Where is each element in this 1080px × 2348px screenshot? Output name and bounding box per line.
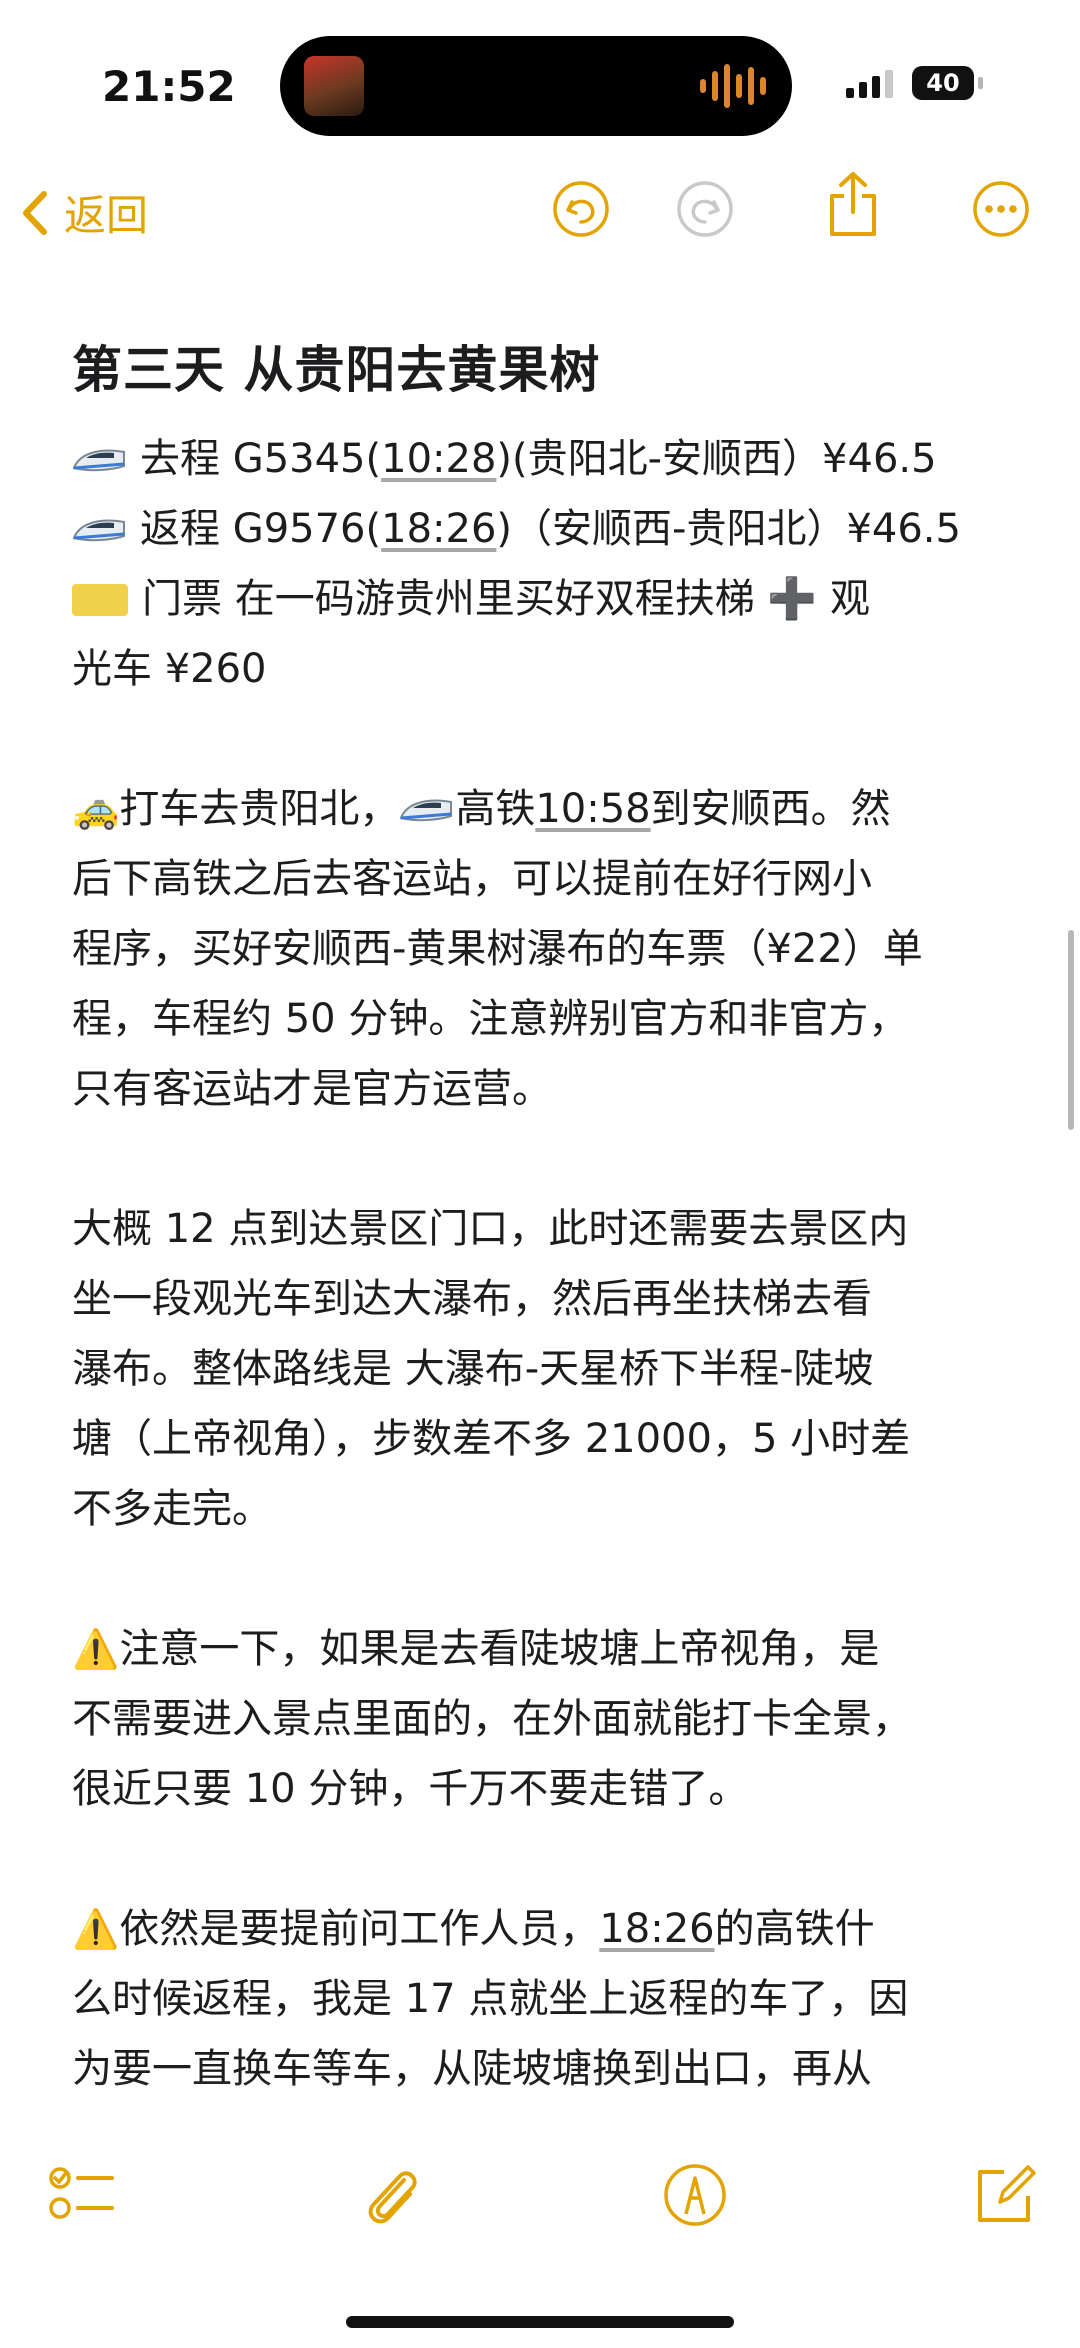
paragraph-2-line-1: 大概 12 点到达景区门口，此时还需要去景区内 [72, 1206, 909, 1252]
outbound-prefix: 去程 G5345( [140, 436, 382, 482]
p4-text-b: 的高铁什 [714, 1906, 875, 1952]
paragraph-1-line-2: 后下高铁之后去客运站，可以提前在好行网小 [72, 856, 872, 902]
p1-time[interactable]: 10:58 [535, 786, 650, 832]
undo-icon[interactable] [552, 180, 610, 238]
ticket-text: 门票 在一码游贵州里买好双程扶梯 ➕ 观 [142, 576, 870, 622]
more-icon[interactable] [972, 180, 1030, 238]
taxi-icon: 🚕 [72, 787, 120, 831]
battery-tip [978, 77, 983, 89]
attachment-icon[interactable] [356, 2160, 426, 2230]
outbound-time[interactable]: 10:28 [381, 436, 496, 482]
redo-icon[interactable] [676, 180, 734, 238]
ticket-icon [72, 584, 128, 616]
return-suffix: )（安顺西-贵阳北）¥46.5 [496, 506, 961, 552]
outbound-train-line: 去程 G5345(10:28)(贵阳北-安顺西）¥46.5 [72, 424, 1012, 494]
paragraph-4-line-1: ⚠️依然是要提前问工作人员，18:26的高铁什 [72, 1894, 1012, 1964]
paragraph-3-line-1: ⚠️注意一下，如果是去看陡坡塘上帝视角，是 [72, 1614, 1012, 1684]
nav-toolbar: 返回 [0, 170, 1080, 270]
paragraph-3-line-2: 不需要进入景点里面的，在外面就能打卡全景， [72, 1696, 912, 1742]
outbound-suffix: )(贵阳北-安顺西）¥46.5 [496, 436, 937, 482]
p4-text-a: 依然是要提前问工作人员， [119, 1906, 600, 1952]
ticket-line: 门票 在一码游贵州里买好双程扶梯 ➕ 观 [72, 564, 1012, 634]
status-bar: 21:52 40 [0, 0, 1080, 170]
high-speed-train-icon [72, 519, 125, 542]
bottom-toolbar [0, 2160, 1080, 2240]
p1-text-b: 高铁 [455, 786, 536, 832]
warning-icon: ⚠️ [72, 1627, 120, 1671]
high-speed-train-icon [399, 799, 453, 822]
high-speed-train-icon [72, 449, 125, 472]
ticket-line-2: 光车 ¥260 [72, 646, 267, 692]
warning-icon: ⚠️ [72, 1907, 120, 1951]
p1-text-a: 打车去贵阳北， [119, 786, 400, 832]
return-time[interactable]: 18:26 [381, 506, 496, 552]
p3-text: 注意一下，如果是去看陡坡塘上帝视角，是 [119, 1626, 880, 1672]
status-time: 21:52 [102, 62, 236, 111]
paragraph-2-line-3: 瀑布。整体路线是 大瀑布-天星桥下半程-陡坡 [72, 1346, 874, 1392]
paragraph-1-line-4: 程，车程约 50 分钟。注意辨别官方和非官方， [72, 996, 909, 1042]
scrollbar[interactable] [1068, 930, 1074, 1130]
audio-waveform-icon [700, 62, 766, 110]
chevron-left-icon [23, 190, 47, 235]
dynamic-island[interactable] [280, 36, 792, 136]
now-playing-artwork [304, 56, 364, 116]
share-icon[interactable] [826, 170, 880, 240]
return-prefix: 返程 G9576( [140, 506, 382, 552]
p1-text-c: 到安顺西。然 [650, 786, 891, 832]
note-body[interactable]: 第三天 从贵阳去黄果树 去程 G5345(10:28)(贵阳北-安顺西）¥46.… [72, 330, 1012, 2104]
paragraph-1-line-1: 🚕打车去贵阳北， 高铁10:58到安顺西。然 [72, 774, 1012, 844]
battery-icon: 40 [912, 66, 974, 100]
p4-time[interactable]: 18:26 [599, 1906, 714, 1952]
paragraph-4-line-2: 么时候返程，我是 17 点就坐上返程的车了，因 [72, 1976, 909, 2022]
paragraph-1-line-3: 程序，买好安顺西-黄果树瀑布的车票（¥22）单 [72, 926, 923, 972]
paragraph-1-line-5: 只有客运站才是官方运营。 [72, 1066, 552, 1112]
compose-icon[interactable] [970, 2160, 1040, 2230]
paragraph-3-line-3: 很近只要 10 分钟，千万不要走错了。 [72, 1766, 749, 1812]
back-label: 返回 [64, 191, 149, 240]
paragraph-2-line-5: 不多走完。 [72, 1486, 272, 1532]
paragraph-2-line-4: 塘（上帝视角），步数差不多 21000，5 小时差 [72, 1416, 911, 1462]
markup-icon[interactable] [660, 2160, 730, 2230]
home-indicator[interactable] [346, 2316, 734, 2328]
checklist-icon[interactable] [46, 2160, 116, 2230]
cellular-signal-icon [846, 70, 893, 98]
back-button[interactable]: 返回 [20, 182, 148, 243]
note-title: 第三天 从贵阳去黄果树 [72, 341, 601, 399]
return-train-line: 返程 G9576(18:26)（安顺西-贵阳北）¥46.5 [72, 494, 1012, 564]
paragraph-2-line-2: 坐一段观光车到达大瀑布，然后再坐扶梯去看 [72, 1276, 872, 1322]
